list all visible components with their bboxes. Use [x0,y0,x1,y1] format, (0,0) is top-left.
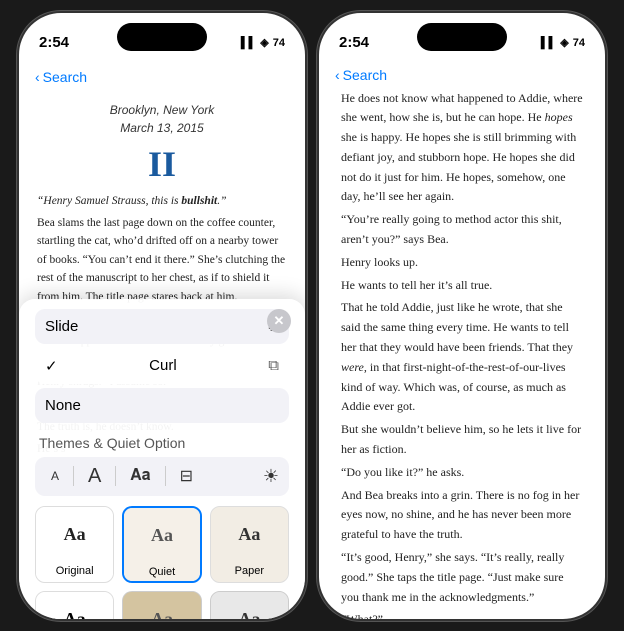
font-decrease-button[interactable]: A [45,467,65,485]
phone2-content: ‹ Search He does not know what happened … [319,63,605,619]
phone-2: 2:54 ▌▌ ◈ 74 ‹ Search He does not know w… [317,11,607,621]
back-button-2[interactable]: ‹ Search [335,67,387,83]
theme-bold[interactable]: Aa Bold [35,591,114,619]
divider-3 [165,466,166,486]
divider-1 [73,466,74,486]
theme-quiet-preview: Aa [124,508,199,563]
dynamic-island-2 [417,23,507,51]
theme-calm[interactable]: Aa Calm [122,591,201,619]
layout-button[interactable]: ⊟ [174,464,199,488]
dynamic-island-1 [117,23,207,51]
theme-quiet[interactable]: Aa Quiet [122,506,201,583]
overlay-panel: Slide ⧉ ✓ Curl ⧉ None ✕ [19,299,305,619]
divider-2 [115,466,116,486]
theme-focus[interactable]: Aa Focus [210,591,289,619]
status-icons-1: ▌▌ ◈ 74 [241,36,285,49]
battery-icon: 74 [273,37,285,49]
brightness-button[interactable]: ☀ [263,466,279,487]
slide-options: Slide ⧉ ✓ Curl ⧉ None [35,309,289,427]
slide-option-none[interactable]: None [35,388,289,423]
theme-paper-label: Paper [211,562,288,580]
theme-original-preview: Aa [36,507,113,562]
book-text-2: He does not know what happened to Addie,… [319,89,605,619]
theme-paper[interactable]: Aa Paper [210,506,289,583]
font-controls: A A 𝐀𝐚 ⊟ ☀ [35,457,289,496]
wifi-icon-2: ◈ [560,36,568,49]
font-style-button[interactable]: 𝐀𝐚 [124,465,156,487]
curl-icon: ⧉ [268,357,279,374]
theme-quiet-label: Quiet [124,563,199,581]
theme-original-label: Original [36,562,113,580]
themes-section: Themes & Quiet Option A A 𝐀𝐚 ⊟ ☀ [35,435,289,619]
back-button-1[interactable]: ‹ Search [35,69,87,85]
wifi-icon: ◈ [260,36,268,49]
phone1-content: ‹ Search Brooklyn, New York March 13, 20… [19,63,305,619]
nav-bar-1: ‹ Search [19,63,305,91]
time-1: 2:54 [39,34,69,51]
theme-focus-preview: Aa [211,592,288,619]
signal-icon: ▌▌ [241,37,257,49]
status-icons-2: ▌▌ ◈ 74 [541,36,585,49]
battery-icon-2: 74 [573,37,585,49]
theme-bold-preview: Aa [36,592,113,619]
time-2: 2:54 [339,34,369,51]
theme-original[interactable]: Aa Original [35,506,114,583]
slide-option-slide[interactable]: Slide ⧉ [35,309,289,344]
chevron-left-icon-2: ‹ [335,67,340,83]
theme-paper-preview: Aa [211,507,288,562]
chapter-number: II [19,143,305,186]
font-increase-button[interactable]: A [82,463,107,490]
nav-bar-2: ‹ Search [319,63,605,89]
chevron-left-icon: ‹ [35,69,40,85]
close-button[interactable]: ✕ [267,309,291,333]
theme-calm-preview: Aa [123,592,200,619]
book-header: Brooklyn, New York March 13, 2015 [19,91,305,143]
themes-header: Themes & Quiet Option [35,435,289,451]
themes-grid: Aa Original Aa Quiet Aa Paper Aa [35,506,289,619]
phone-1: 2:54 ▌▌ ◈ 74 ‹ Search Brooklyn, New York… [17,11,307,621]
slide-option-curl[interactable]: ✓ Curl ⧉ [35,348,289,384]
signal-icon-2: ▌▌ [541,37,557,49]
